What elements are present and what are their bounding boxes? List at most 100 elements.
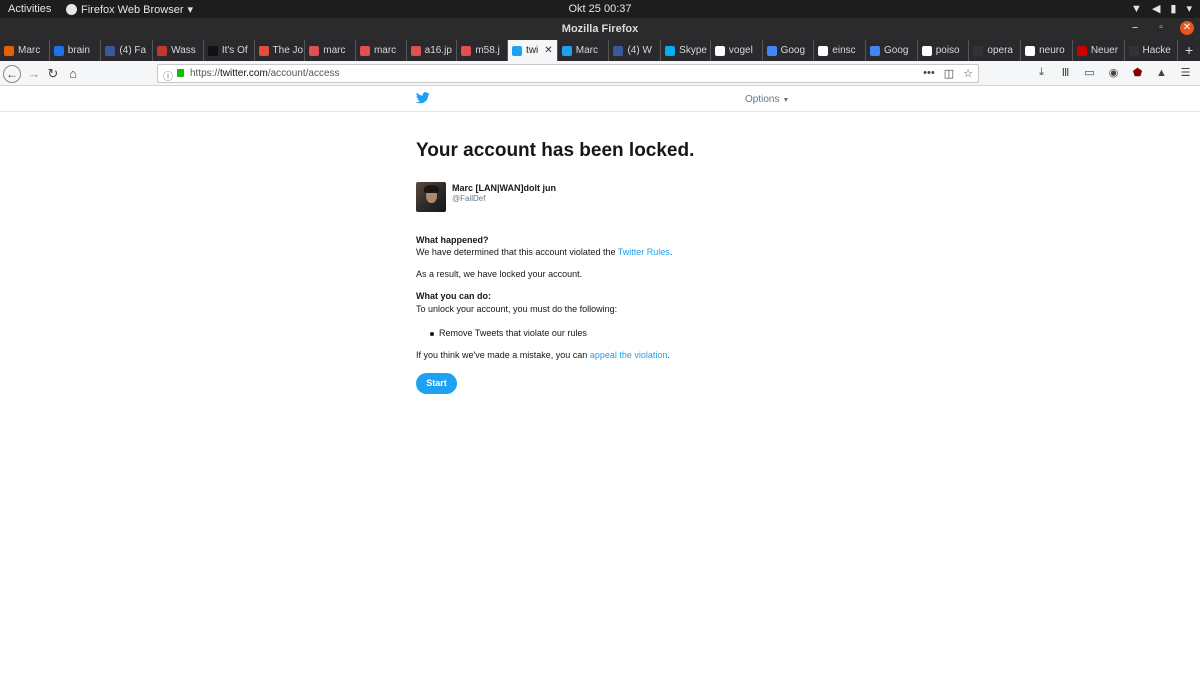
favicon-icon [921, 45, 932, 56]
favicon-icon [1128, 45, 1139, 56]
tab-label: (4) W [627, 45, 652, 56]
forward-button[interactable]: → [25, 65, 43, 83]
favicon-icon [461, 45, 472, 56]
tab[interactable]: Goog [763, 40, 815, 61]
favicon-icon [157, 45, 168, 56]
bookmark-star-icon[interactable]: ☆ [963, 67, 973, 80]
tab[interactable]: neuro [1021, 40, 1073, 61]
navigation-toolbar: ← → ↻ ⌂ ⓘ https://twitter.com/account/ac… [0, 61, 1200, 86]
ublock-icon[interactable]: ⬟ [1131, 66, 1144, 79]
window-title: Mozilla Firefox [561, 23, 639, 35]
tab[interactable]: opera [969, 40, 1022, 61]
downloads-icon[interactable]: ⤓ [1035, 66, 1048, 79]
favicon-icon [53, 45, 64, 56]
tab[interactable]: a16.jp [407, 40, 458, 61]
what-happened-text: We have determined that this account vio… [416, 247, 673, 257]
favicon-icon [1076, 45, 1087, 56]
result-text: As a result, we have locked your account… [416, 269, 583, 279]
url-text[interactable]: https://twitter.com/account/access [190, 68, 340, 79]
tab-label: m58.j [475, 45, 500, 56]
window-titlebar: Mozilla Firefox – ▫ ✕ [0, 18, 1200, 40]
tab[interactable]: Goog [866, 40, 918, 61]
favicon-icon [207, 45, 218, 56]
account-handle: @FailDef [452, 194, 486, 203]
tab[interactable]: Wass [153, 40, 204, 61]
favicon-icon [410, 45, 421, 56]
tab-label: vogel [728, 45, 753, 56]
pocket-icon[interactable]: ◫ [944, 67, 954, 80]
info-icon[interactable]: ⓘ [163, 68, 173, 83]
back-button[interactable]: ← [3, 65, 21, 83]
tab[interactable]: Hacke [1125, 40, 1179, 61]
tab[interactable]: Skype [661, 40, 711, 61]
tab[interactable]: Marc [0, 40, 50, 61]
activities-button[interactable]: Activities [8, 3, 51, 15]
maximize-button[interactable]: ▫ [1154, 21, 1168, 35]
tab-label: The Jo [272, 45, 304, 56]
favicon-icon [561, 45, 572, 56]
tab-label: Wass [171, 45, 196, 56]
tab[interactable]: The Jo [255, 40, 306, 61]
twitter-rules-link[interactable]: Twitter Rules [618, 247, 670, 257]
lock-icon[interactable] [177, 69, 184, 77]
what-you-can-do-heading: What you can do: [416, 291, 491, 301]
library-icon[interactable]: Ⅲ [1059, 66, 1072, 79]
favicon-icon [4, 45, 14, 56]
list-item: Remove Tweets that violate our rules [430, 327, 587, 340]
sidebar-icon[interactable]: ▭ [1083, 66, 1096, 79]
extension-icon[interactable]: ▲ [1155, 67, 1168, 79]
favicon-icon [973, 45, 984, 56]
tab-strip: Marc brain (4) Fa Wass It's Of The Jo marc marc… [0, 40, 1200, 61]
menu-icon[interactable]: ☰ [1179, 66, 1192, 79]
page-actions-icon[interactable]: ••• [923, 67, 935, 80]
tab-label: a16.jp [424, 45, 452, 56]
tab-label: Goog [780, 45, 806, 56]
tab[interactable]: m58.j [457, 40, 509, 61]
avatar [416, 182, 446, 212]
tab[interactable]: It's Of [204, 40, 255, 61]
tab[interactable]: vogel [711, 40, 763, 61]
close-window-button[interactable]: ✕ [1180, 21, 1194, 35]
tab[interactable]: Marc [558, 40, 610, 61]
tab-active[interactable]: twi ✕ [508, 40, 558, 61]
page-content: Options ▼ Your account has been locked. M… [0, 86, 1200, 675]
favicon-icon [818, 45, 829, 56]
extension-icon[interactable]: ◉ [1107, 66, 1120, 79]
favicon-icon [766, 45, 777, 56]
chevron-down-icon: ▾ [1186, 3, 1192, 15]
app-menu-label: Firefox Web Browser [81, 3, 184, 16]
tab[interactable]: poiso [918, 40, 970, 61]
start-button[interactable]: Start [416, 373, 457, 394]
tab-label: Marc [575, 45, 598, 56]
home-button[interactable]: ⌂ [64, 65, 82, 83]
tab[interactable]: Neuer [1073, 40, 1125, 61]
favicon-icon [613, 45, 624, 56]
chevron-down-icon: ▾ [187, 4, 194, 16]
favicon-icon [714, 45, 725, 56]
tab[interactable]: marc [305, 40, 356, 61]
favicon-icon [258, 45, 269, 56]
options-dropdown[interactable]: Options ▼ [745, 94, 789, 105]
reload-button[interactable]: ↻ [44, 65, 62, 83]
url-bar[interactable]: ⓘ https://twitter.com/account/access •••… [157, 64, 979, 83]
favicon-icon [309, 45, 320, 56]
tab-label: Marc [18, 45, 41, 56]
close-tab-icon[interactable]: ✕ [544, 45, 552, 56]
unlock-instructions: To unlock your account, you must do the … [416, 304, 618, 314]
new-tab-button[interactable]: + [1178, 40, 1200, 61]
system-tray[interactable]: ▼ ◀ ▮ ▾ [1131, 2, 1192, 16]
tab[interactable]: einsc [814, 40, 866, 61]
app-menu[interactable]: Firefox Web Browser ▾ [66, 3, 193, 16]
favicon-icon [359, 45, 370, 56]
minimize-button[interactable]: – [1128, 21, 1142, 35]
favicon-icon [512, 45, 523, 56]
tab[interactable]: (4) Fa [101, 40, 154, 61]
appeal-violation-link[interactable]: appeal the violation [590, 350, 668, 360]
tab[interactable]: marc [356, 40, 407, 61]
tab-label: Goog [884, 45, 909, 56]
favicon-icon [105, 45, 116, 56]
tab[interactable]: brain [50, 40, 102, 61]
twitter-bird-icon[interactable] [416, 92, 430, 104]
page-title: Your account has been locked. [416, 140, 695, 161]
tab[interactable]: (4) W [609, 40, 662, 61]
